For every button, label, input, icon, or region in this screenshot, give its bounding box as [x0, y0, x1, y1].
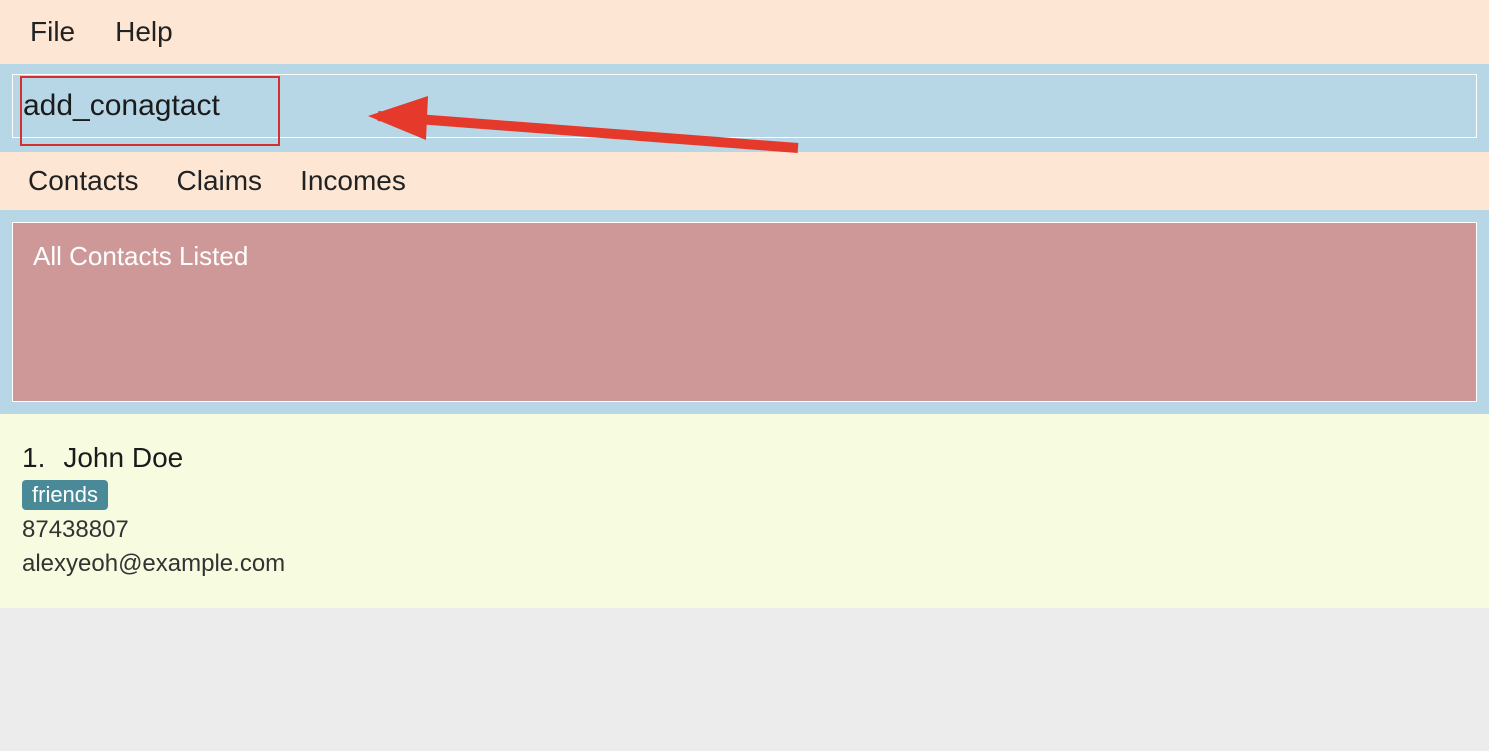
- status-panel: All Contacts Listed: [12, 222, 1477, 402]
- menu-help[interactable]: Help: [115, 16, 173, 48]
- tab-incomes[interactable]: Incomes: [300, 165, 406, 197]
- status-strip: All Contacts Listed: [0, 210, 1489, 414]
- command-strip: [0, 64, 1489, 152]
- contact-phone: 87438807: [22, 516, 1467, 544]
- menu-file[interactable]: File: [30, 16, 75, 48]
- contact-email: alexyeoh@example.com: [22, 550, 1467, 578]
- tabs-row: Contacts Claims Incomes: [0, 152, 1489, 210]
- contacts-list: 1. John Doe friends 87438807 alexyeoh@ex…: [0, 414, 1489, 608]
- tag-badge: friends: [22, 480, 108, 510]
- command-input-wrapper: [12, 74, 1477, 138]
- command-input[interactable]: [13, 75, 1476, 137]
- contact-header: 1. John Doe: [22, 442, 1467, 474]
- menubar: File Help: [0, 0, 1489, 64]
- tab-contacts[interactable]: Contacts: [28, 165, 139, 197]
- status-message: All Contacts Listed: [33, 241, 1456, 272]
- tab-claims[interactable]: Claims: [177, 165, 263, 197]
- contact-name: John Doe: [63, 442, 183, 474]
- list-item[interactable]: 1. John Doe friends 87438807 alexyeoh@ex…: [22, 442, 1467, 578]
- contact-index: 1.: [22, 442, 45, 474]
